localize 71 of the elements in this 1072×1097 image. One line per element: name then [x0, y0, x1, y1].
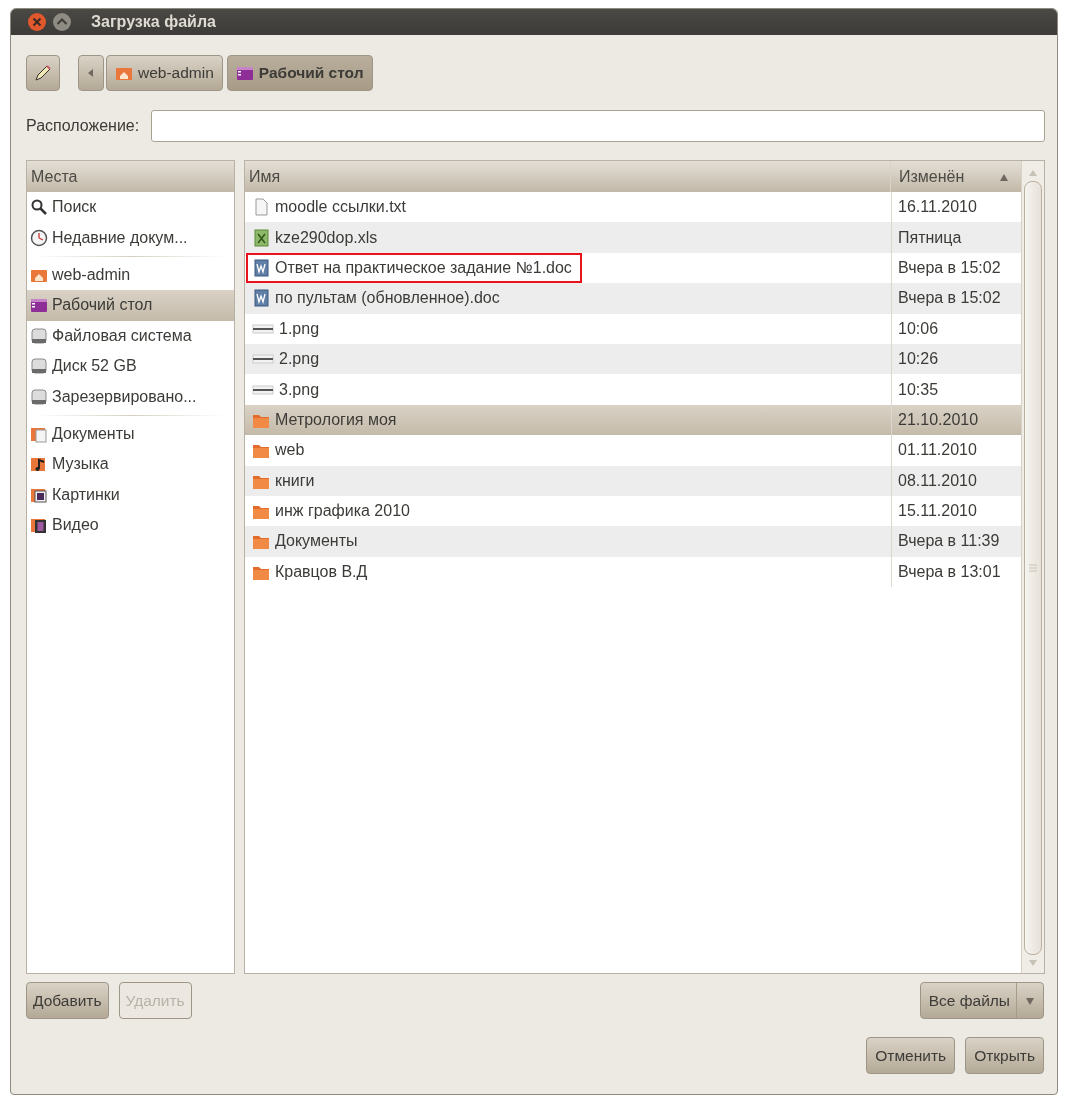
- back-button[interactable]: [78, 55, 104, 91]
- cancel-button[interactable]: Отменить: [866, 1037, 956, 1074]
- file-name: Ответ на практическое задание №1.doc: [275, 258, 572, 277]
- drive-icon: [30, 387, 48, 406]
- modified-cell: Вчера в 11:39: [891, 526, 1021, 557]
- place-item[interactable]: Зарезервировано...: [27, 381, 234, 412]
- place-item[interactable]: Документы: [27, 418, 234, 450]
- clock-icon: [30, 228, 48, 247]
- scrollbar-thumb[interactable]: [1024, 181, 1042, 955]
- open-button[interactable]: Открыть: [965, 1037, 1044, 1074]
- location-field[interactable]: [151, 110, 1045, 142]
- spreadsheet-file-icon: [252, 228, 270, 247]
- edit-location-button[interactable]: [26, 55, 60, 91]
- file-name-cell[interactable]: Документы: [245, 526, 891, 557]
- path-button[interactable]: web-admin: [106, 55, 223, 91]
- file-name-cell[interactable]: kze290dop.xls: [245, 222, 891, 253]
- file-name-cell[interactable]: 2.png: [245, 343, 891, 375]
- modified-cell: Пятница: [891, 222, 1021, 253]
- left-arrow-icon: [86, 68, 96, 78]
- file-name: 2.png: [279, 350, 320, 369]
- window-title: Загрузка файла: [91, 13, 216, 31]
- music-folder-icon: [30, 455, 48, 474]
- file-name: Документы: [275, 532, 358, 551]
- desktop-icon: [235, 64, 254, 82]
- path-button[interactable]: Рабочий стол: [226, 55, 373, 91]
- close-icon[interactable]: [27, 12, 47, 32]
- place-item[interactable]: Картинки: [27, 479, 234, 510]
- places-header: Места: [27, 161, 234, 192]
- file-name: web: [275, 441, 305, 460]
- file-name: Кравцов В.Д: [275, 562, 368, 581]
- word-document-icon: [252, 258, 270, 277]
- place-item[interactable]: Поиск: [27, 192, 234, 223]
- file-name-cell[interactable]: по пультам (обновленное).doc: [245, 283, 891, 314]
- video-folder-icon: [30, 516, 48, 535]
- place-item[interactable]: web-admin: [27, 259, 234, 291]
- file-name: kze290dop.xls: [275, 228, 378, 247]
- column-header[interactable]: Изменён: [891, 161, 1021, 192]
- add-button[interactable]: Добавить: [26, 982, 109, 1019]
- pencil-icon: [33, 63, 53, 83]
- modified-cell: Вчера в 15:02: [891, 283, 1021, 314]
- place-item[interactable]: Музыка: [27, 449, 234, 480]
- drive-icon: [30, 326, 48, 345]
- place-item[interactable]: Недавние докум...: [27, 222, 234, 253]
- place-item[interactable]: Видео: [27, 509, 234, 541]
- file-name-cell[interactable]: Метрология моя: [245, 404, 891, 436]
- file-name: 3.png: [279, 380, 320, 399]
- modified-cell: 10:26: [891, 343, 1021, 375]
- file-name: инж графика 2010: [275, 502, 410, 521]
- grip-icon: [1029, 564, 1037, 572]
- drive-icon: [30, 357, 48, 376]
- file-name: по пультам (обновленное).doc: [275, 289, 500, 308]
- file-name: книги: [275, 471, 315, 490]
- file-filter-dropdown[interactable]: Все файлы: [919, 982, 1044, 1019]
- file-name: Метрология моя: [275, 410, 397, 429]
- modified-cell: 21.10.2010: [891, 404, 1021, 436]
- desktop-icon: [30, 296, 48, 315]
- file-name-cell[interactable]: книги: [245, 465, 891, 496]
- file-name: moodle ссылки.txt: [275, 198, 407, 217]
- location-label: Расположение:: [26, 117, 140, 135]
- word-document-icon: [252, 289, 270, 308]
- scrollbar[interactable]: [1021, 161, 1044, 973]
- place-item[interactable]: Рабочий стол: [27, 290, 234, 321]
- file-name: 1.png: [279, 319, 320, 338]
- text-file-icon: [252, 198, 270, 217]
- place-item[interactable]: Диск 52 GB: [27, 350, 234, 382]
- minimize-icon[interactable]: [52, 12, 72, 32]
- modified-cell: 08.11.2010: [891, 465, 1021, 496]
- search-icon: [30, 198, 48, 217]
- place-item[interactable]: Файловая система: [27, 320, 234, 351]
- dropdown-arrow-icon: [1025, 995, 1035, 1006]
- column-header[interactable]: Имя: [245, 161, 891, 192]
